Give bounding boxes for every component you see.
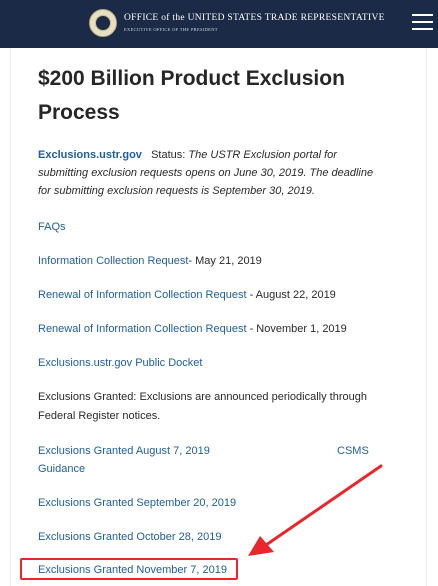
annotation-arrow-icon	[248, 464, 383, 556]
